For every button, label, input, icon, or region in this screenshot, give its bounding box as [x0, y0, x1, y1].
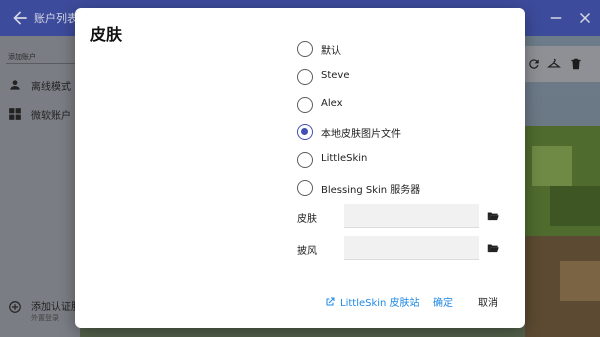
- window-title: 账户列表: [34, 12, 78, 25]
- radio-label: 默认: [321, 46, 341, 57]
- radio-option-blessing-skin[interactable]: Blessing Skin 服务器: [297, 179, 497, 197]
- sidebar-item-label: 离线模式: [31, 81, 71, 93]
- close-icon[interactable]: [576, 9, 594, 27]
- radio-label: Alex: [321, 98, 343, 109]
- minimize-icon[interactable]: [547, 9, 565, 27]
- add-circle-icon: [9, 301, 21, 313]
- cape-field-label: 披风: [297, 246, 317, 257]
- folder-open-icon[interactable]: [486, 209, 500, 223]
- hanger-icon[interactable]: [547, 57, 561, 71]
- radio-label: 本地皮肤图片文件: [321, 129, 401, 140]
- dialog-actions: LittleSkin 皮肤站 确定 取消: [75, 294, 525, 310]
- scene-block: [550, 186, 600, 226]
- radio-button[interactable]: [297, 180, 313, 196]
- arrow-back-icon[interactable]: [10, 8, 30, 28]
- skin-file-input[interactable]: [344, 204, 479, 228]
- radio-button[interactable]: [297, 97, 313, 113]
- dialog-title: 皮肤: [90, 25, 123, 44]
- person-icon: [10, 80, 20, 90]
- delete-icon[interactable]: [569, 57, 583, 71]
- sidebar-caption: 添加账户: [8, 53, 36, 61]
- radio-option-littleskin[interactable]: LittleSkin: [297, 151, 497, 169]
- scene-block: [560, 261, 600, 301]
- ok-button[interactable]: 确定: [433, 294, 453, 309]
- add-auth-sublabel: 外置登录: [31, 314, 59, 322]
- littleskin-site-label: LittleSkin 皮肤站: [340, 298, 420, 309]
- account-card: [525, 46, 600, 82]
- skin-dialog: 皮肤 默认 Steve Alex 本地皮肤图片文件 LittleSkin Ble…: [75, 8, 525, 328]
- sidebar-add-auth-server[interactable]: 添加认证服 外置登录: [0, 292, 81, 328]
- radio-option-default[interactable]: 默认: [297, 40, 497, 58]
- add-auth-label: 添加认证服: [31, 302, 81, 313]
- skin-field-label: 皮肤: [297, 214, 317, 225]
- radio-option-steve[interactable]: Steve: [297, 68, 497, 86]
- cancel-button[interactable]: 取消: [478, 294, 498, 309]
- sidebar-item-label: 微软账户: [31, 110, 71, 122]
- radio-option-alex[interactable]: Alex: [297, 96, 497, 114]
- radio-button[interactable]: [297, 41, 313, 57]
- sidebar-item-microsoft[interactable]: 微软账户: [0, 100, 80, 128]
- windows-logo-icon: [9, 108, 21, 120]
- radio-button[interactable]: [297, 69, 313, 85]
- littleskin-site-link[interactable]: LittleSkin 皮肤站: [324, 294, 420, 309]
- radio-option-local-file[interactable]: 本地皮肤图片文件: [297, 123, 497, 141]
- radio-label: Blessing Skin 服务器: [321, 185, 421, 196]
- sidebar-item-offline[interactable]: 离线模式: [0, 71, 80, 99]
- cape-file-input[interactable]: [344, 236, 479, 260]
- radio-button-checked[interactable]: [297, 124, 313, 140]
- folder-open-icon[interactable]: [486, 241, 500, 255]
- sidebar: 添加账户 离线模式 微软账户 添加认证服 外置登录: [0, 36, 81, 337]
- scene-block: [532, 146, 572, 186]
- radio-label: LittleSkin: [321, 153, 368, 164]
- radio-label: Steve: [321, 70, 350, 81]
- refresh-icon[interactable]: [527, 57, 541, 71]
- sidebar-divider: [6, 63, 76, 64]
- radio-button[interactable]: [297, 152, 313, 168]
- external-link-icon: [326, 297, 335, 305]
